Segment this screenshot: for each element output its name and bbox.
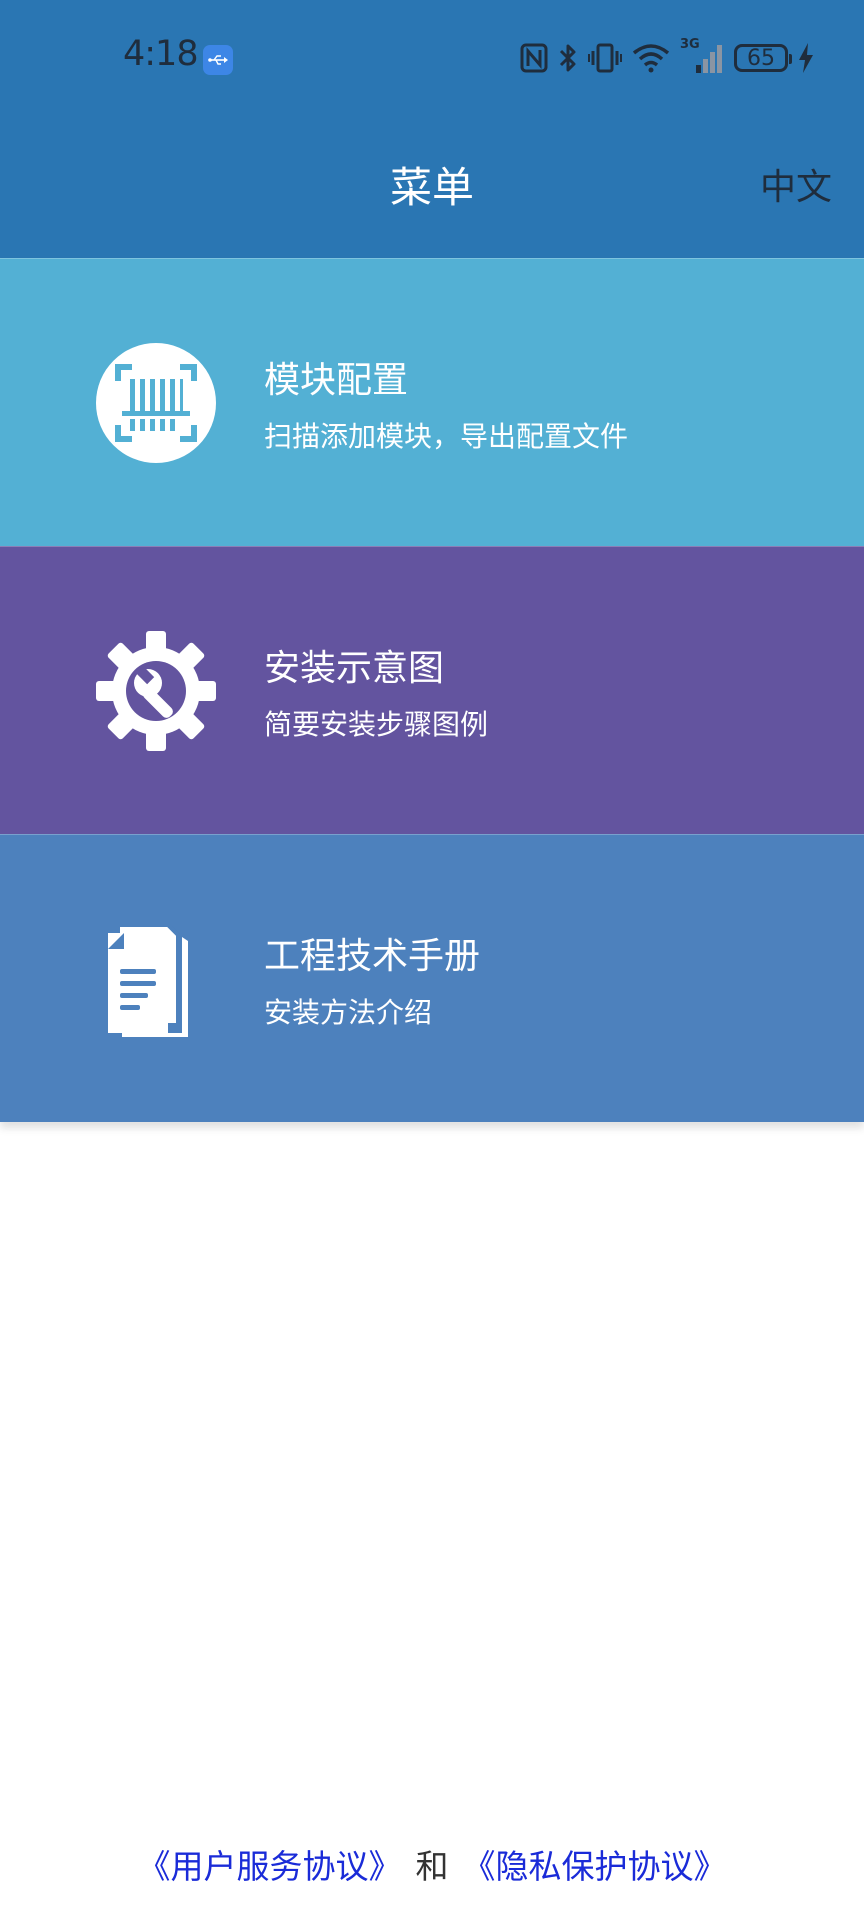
menu-item-title: 模块配置 [264,360,409,401]
nfc-icon [520,43,548,73]
menu-item-install-diagram[interactable]: 安装示意图 简要安装步骤图例 [0,546,864,834]
menu-item-subtitle: 扫描添加模块，导出配置文件 [264,420,629,453]
barcode-scan-icon [96,343,216,463]
menu-item-module-config[interactable]: 模块配置 扫描添加模块，导出配置文件 [0,258,864,546]
menu-item-technical-manual[interactable]: 工程技术手册 安装方法介绍 [0,834,864,1122]
usb-icon [203,45,233,75]
menu-item-subtitle: 简要安装步骤图例 [264,708,489,741]
menu-list: 模块配置 扫描添加模块，导出配置文件 安装示意图 简要安装步骤图例 工程技术手册… [0,258,864,1122]
bluetooth-icon [559,44,576,72]
privacy-agreement-link[interactable]: 《隐私保护协议》 [463,1847,727,1886]
wifi-icon [632,44,670,73]
user-agreement-link[interactable]: 《用户服务协议》 [138,1847,402,1886]
status-time: 4:18 [123,34,199,74]
battery-icon: 65 [734,44,792,72]
title-bar: 菜单 中文 [0,110,864,258]
menu-item-title: 安装示意图 [264,648,445,689]
app-header-area: 4:18 3G 65 菜单 中文 [0,0,864,258]
signal-icon: 3G [680,37,724,75]
document-icon [108,923,188,1037]
vibrate-icon [588,43,622,73]
gear-wrench-icon [96,631,216,751]
battery-level: 65 [747,45,775,71]
status-icons: 3G 65 [520,37,814,78]
menu-item-subtitle: 安装方法介绍 [264,996,433,1029]
page-title: 菜单 [389,163,474,212]
charging-icon [799,43,813,73]
language-switch-button[interactable]: 中文 [760,158,832,210]
agreement-footer: 《用户服务协议》和《隐私保护协议》 [0,1840,864,1888]
status-bar: 4:18 3G 65 [0,0,864,110]
footer-conjunction: 和 [415,1847,449,1886]
menu-item-title: 工程技术手册 [264,936,481,977]
